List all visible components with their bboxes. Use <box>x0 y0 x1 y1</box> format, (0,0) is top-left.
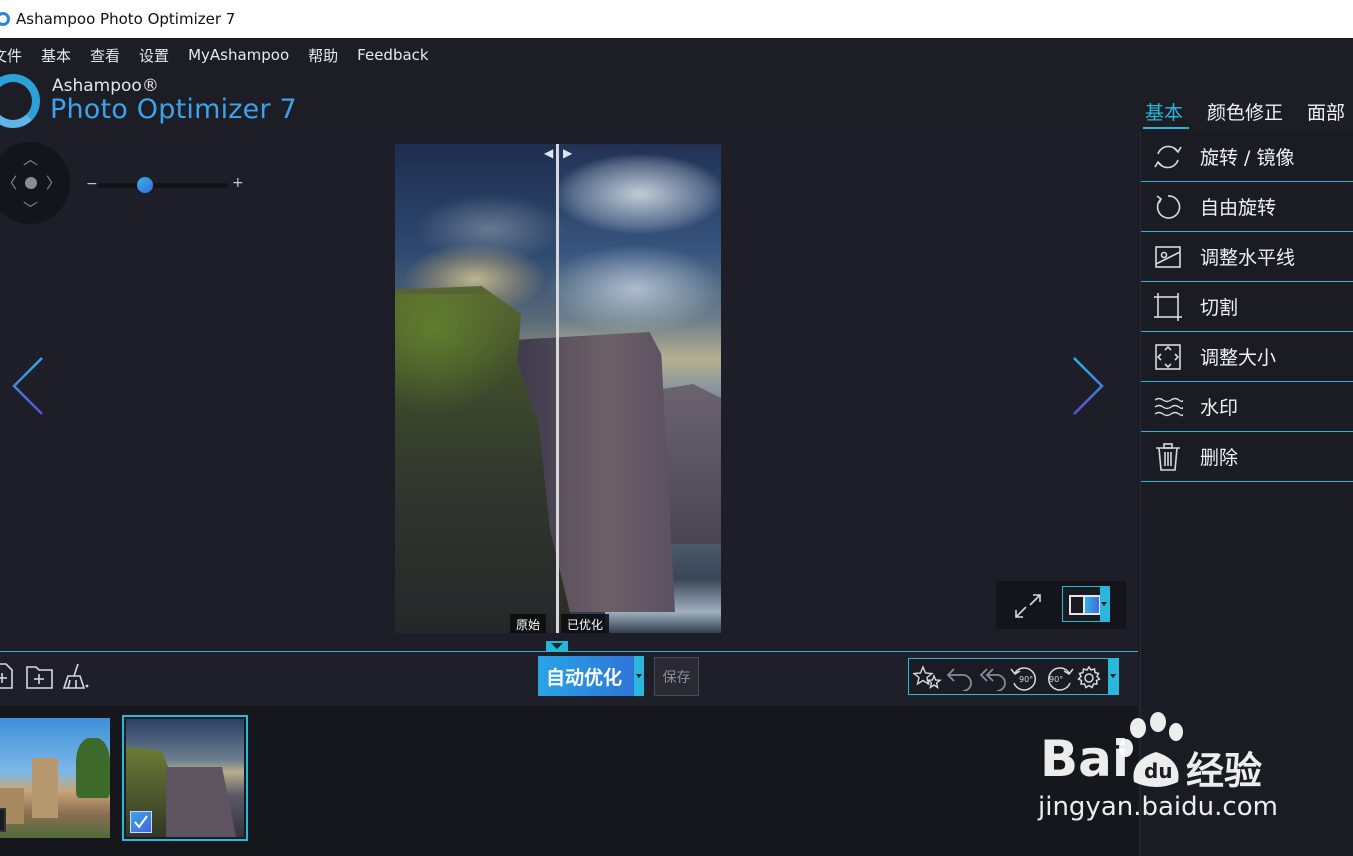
split-view-icon <box>1069 595 1085 615</box>
clear-list-broom-icon[interactable] <box>62 662 90 690</box>
add-folder-icon[interactable] <box>26 662 54 690</box>
tool-label: 自由旋转 <box>1200 197 1277 219</box>
zoom-slider-handle[interactable] <box>137 177 153 193</box>
trash-icon <box>1156 443 1180 471</box>
auto-optimize-dropdown-icon[interactable] <box>634 656 644 696</box>
checkmark-icon <box>134 815 148 829</box>
category-tabs: 基本 颜色修正 面部 <box>1129 98 1353 132</box>
horizon-icon <box>1155 246 1181 268</box>
settings-gear-icon[interactable] <box>1075 665 1103 691</box>
tool-label: 调整大小 <box>1200 347 1277 369</box>
tool-free-rotate[interactable]: 自由旋转 <box>1141 182 1353 232</box>
thumbnail-image <box>126 719 244 837</box>
tool-delete[interactable]: 删除 <box>1141 432 1353 482</box>
logo-product: Photo Optimizer 7 <box>50 94 297 125</box>
menu-view[interactable]: 查看 <box>90 45 120 66</box>
pan-up-icon[interactable]: ︿ <box>23 148 38 169</box>
thumbnail-cliffs-selected[interactable] <box>122 715 248 841</box>
tab-color-correction[interactable]: 颜色修正 <box>1207 98 1291 132</box>
free-rotate-icon <box>1156 195 1181 219</box>
thumbnail-tower <box>32 758 58 818</box>
resize-icon <box>1155 344 1181 370</box>
auto-optimize-button[interactable]: 自动优化 <box>538 656 644 696</box>
tab-face[interactable]: 面部 <box>1307 98 1353 132</box>
magic-stars-icon[interactable] <box>913 665 943 691</box>
crop-icon <box>1154 293 1182 321</box>
collapse-filmstrip-icon[interactable] <box>546 641 568 652</box>
pan-center-icon[interactable] <box>25 177 37 189</box>
divider-right-handle-icon[interactable]: ▶ <box>563 146 572 160</box>
tool-label: 删除 <box>1200 447 1239 469</box>
tool-label: 调整水平线 <box>1200 247 1296 269</box>
compare-mode-dropdown-icon[interactable] <box>1100 587 1109 621</box>
undo-icon[interactable] <box>945 665 975 691</box>
pan-down-icon[interactable]: ﹀ <box>23 198 38 219</box>
pan-left-icon[interactable]: 〈 <box>2 172 17 193</box>
tool-crop[interactable]: 切割 <box>1141 282 1353 332</box>
watermark-icon <box>1154 397 1183 417</box>
rotate-right-90-icon[interactable]: 90° <box>1043 665 1075 691</box>
tool-horizon[interactable]: 调整水平线 <box>1141 232 1353 282</box>
title-bar: Ashampoo Photo Optimizer 7 <box>0 0 1353 38</box>
undo-all-icon[interactable] <box>977 665 1007 691</box>
split-view-icon-fill <box>1085 595 1101 615</box>
auto-optimize-label: 自动优化 <box>546 667 623 689</box>
basic-tools-panel: 旋转 / 镜像 自由旋转 调整水平线 切割 调整大小 水印 删除 <box>1140 132 1353 856</box>
thumbnail-tree <box>76 738 110 798</box>
tool-watermark[interactable]: 水印 <box>1141 382 1353 432</box>
optimized-label: 已优化 <box>561 614 610 633</box>
photo-cloud <box>555 154 721 234</box>
tab-basic[interactable]: 基本 <box>1142 98 1191 132</box>
add-file-icon[interactable] <box>0 662 18 690</box>
pan-right-icon[interactable]: 〉 <box>46 172 61 193</box>
thumbnail-checked-icon[interactable] <box>130 811 152 833</box>
tool-rotate-mirror[interactable]: 旋转 / 镜像 <box>1141 132 1353 182</box>
thumbnail-castle[interactable] <box>0 718 110 838</box>
divider-left-handle-icon[interactable]: ◀ <box>544 146 553 160</box>
bottom-toolbar: 自动优化 保存 90° 90° <box>0 652 1138 706</box>
thumbnail-checkbox[interactable] <box>0 808 6 832</box>
menu-basic[interactable]: 基本 <box>41 45 71 66</box>
menu-bar: 文件 基本 查看 设置 MyAshampoo 帮助 Feedback <box>0 38 1353 72</box>
zoom-slider-track[interactable] <box>98 183 228 188</box>
next-image-icon[interactable] <box>1068 356 1108 416</box>
tool-label: 旋转 / 镜像 <box>1200 147 1295 169</box>
pan-control[interactable]: ︿ ﹀ 〈 〉 <box>0 142 70 224</box>
save-button[interactable]: 保存 <box>654 657 699 696</box>
menu-file[interactable]: 文件 <box>0 45 22 66</box>
compare-divider[interactable] <box>556 144 559 633</box>
zoom-out-button[interactable]: − <box>86 176 98 192</box>
compare-mode-button[interactable] <box>1062 586 1110 622</box>
menu-settings[interactable]: 设置 <box>139 45 169 66</box>
tool-resize[interactable]: 调整大小 <box>1141 332 1353 382</box>
filmstrip <box>0 706 1138 856</box>
menu-myashampoo[interactable]: MyAshampoo <box>188 46 289 64</box>
thumbnail-cliff <box>166 767 236 837</box>
photo-cloud <box>545 244 721 334</box>
original-label: 原始 <box>510 614 547 633</box>
app-icon <box>0 12 10 26</box>
edit-actions-dropdown-icon[interactable] <box>1108 659 1118 694</box>
fullscreen-icon[interactable] <box>1012 591 1044 621</box>
photo-preview[interactable]: ◀ ▶ 原始 已优化 <box>395 144 721 633</box>
window-title: Ashampoo Photo Optimizer 7 <box>16 10 236 28</box>
original-half-overlay <box>395 144 557 633</box>
previous-image-icon[interactable] <box>8 356 48 416</box>
rotate-left-90-icon[interactable]: 90° <box>1009 665 1041 691</box>
rotate-mirror-icon <box>1154 145 1182 169</box>
rotate-right-label: 90° <box>1049 675 1063 684</box>
zoom-in-button[interactable]: + <box>232 175 244 191</box>
tool-label: 切割 <box>1200 297 1239 319</box>
menu-help[interactable]: 帮助 <box>308 45 338 66</box>
logo-brand: Ashampoo® <box>52 76 159 96</box>
rotate-left-label: 90° <box>1019 675 1033 684</box>
ashampoo-logo-icon <box>0 74 40 128</box>
view-controls <box>996 581 1126 629</box>
menu-feedback[interactable]: Feedback <box>357 46 428 64</box>
image-workspace: ︿ ﹀ 〈 〉 − + ◀ ▶ 原始 已优化 <box>0 132 1138 651</box>
edit-actions-group: 90° 90° <box>908 658 1119 695</box>
tool-label: 水印 <box>1200 397 1239 419</box>
